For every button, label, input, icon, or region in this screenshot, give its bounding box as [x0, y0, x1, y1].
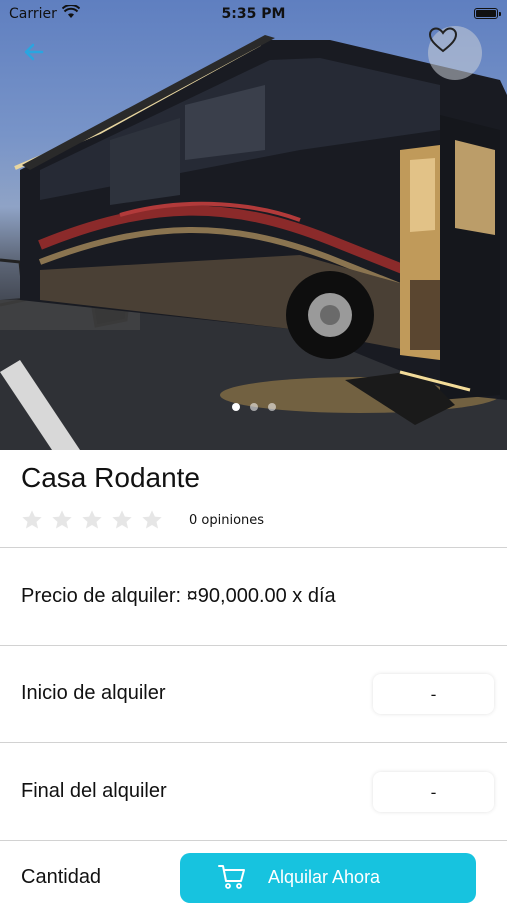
divider: [0, 840, 507, 841]
star-icon: [82, 510, 102, 529]
star-icon: [142, 510, 162, 529]
product-title: Casa Rodante: [21, 462, 201, 493]
arrow-left-icon: [24, 43, 44, 61]
battery-icon: [474, 8, 498, 19]
divider: [0, 645, 507, 646]
rating-row[interactable]: 0 opiniones: [21, 509, 264, 531]
product-photo[interactable]: Carrier 5:35 PM: [0, 0, 507, 450]
rent-now-button[interactable]: Alquilar Ahora: [180, 853, 476, 903]
rent-now-label: Alquilar Ahora: [268, 867, 381, 887]
rental-end-field[interactable]: -: [373, 772, 494, 812]
reviews-count[interactable]: 0 opiniones: [189, 513, 264, 528]
clock: 5:35 PM: [221, 6, 286, 22]
quantity-label: Cantidad: [21, 866, 102, 888]
favorite-button[interactable]: [428, 26, 482, 80]
divider: [0, 742, 507, 743]
motorhome-illustration: [0, 35, 507, 450]
pager-dot[interactable]: [231, 403, 240, 411]
rental-start-label: Inicio de alquiler: [21, 682, 166, 704]
pager-dot[interactable]: [267, 403, 276, 411]
star-icon: [22, 510, 42, 529]
star-icon: [52, 510, 72, 529]
battery-tip: [499, 12, 501, 16]
rental-end-label: Final del alquiler: [21, 780, 167, 802]
star-icon: [112, 510, 132, 529]
pager-dot[interactable]: [249, 403, 258, 411]
status-bar: Carrier 5:35 PM: [0, 0, 507, 28]
gallery-pager[interactable]: [0, 403, 507, 411]
heart-outline-icon: [428, 27, 458, 53]
price-label: Precio de alquiler: ¤90,000.00 x día: [21, 585, 336, 607]
rental-start-field[interactable]: -: [373, 674, 494, 714]
cart-icon: [218, 865, 245, 889]
divider: [0, 547, 507, 548]
back-button[interactable]: [20, 38, 52, 66]
